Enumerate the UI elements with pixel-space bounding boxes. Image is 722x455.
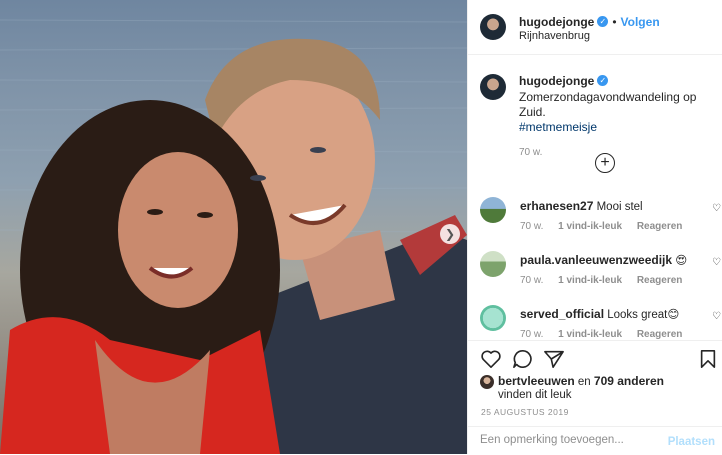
post-comment-button[interactable]: Plaatsen	[668, 436, 715, 448]
reply-button[interactable]: Reageren	[637, 275, 683, 286]
post-side-panel: hugodejonge ✓ • Volgen Rijnhavenbrug hugode…	[467, 0, 722, 454]
post-location[interactable]: Rijnhavenbrug	[519, 30, 590, 42]
comment-likes[interactable]: 1 vind-ik-leuk	[558, 221, 622, 232]
like-comment-heart-icon[interactable]: ♡	[712, 203, 721, 214]
liker-avatar[interactable]	[480, 374, 494, 389]
author-line: hugodejonge ✓ • Volgen	[519, 13, 660, 31]
comment-text: Looks great😊	[607, 309, 680, 321]
comment-meta: 70 w. 1 vind-ik-leuk Reageren	[520, 221, 694, 232]
author-username[interactable]: hugodejonge	[519, 15, 594, 29]
commenter-avatar[interactable]	[480, 305, 506, 331]
comment-meta: 70 w. 1 vind-ik-leuk Reageren	[520, 275, 694, 286]
like-comment-heart-icon[interactable]: ♡	[712, 257, 721, 268]
comment-meta: 70 w. 1 vind-ik-leuk Reageren	[520, 329, 694, 339]
comment-bubble-icon[interactable]	[512, 349, 534, 374]
comment-text: Mooi stel	[596, 201, 643, 213]
separator-dot: •	[612, 15, 617, 29]
comment-item: served_official Looks great😊 70 w. 1 vin…	[468, 305, 722, 339]
caption-content: hugodejonge ✓ Zomerzondagavondwandeling o…	[519, 72, 722, 158]
caption-text: Zomerzondagavondwandeling op Zuid.	[519, 90, 697, 119]
likes-summary: bertvleeuwen en 709 anderen vinden dit l…	[480, 374, 664, 401]
comment-body: paula.vanleeuwenzweedijk 😍	[520, 253, 687, 267]
commenter-avatar[interactable]	[480, 251, 506, 277]
plus-circle-icon: +	[600, 154, 610, 171]
caption-username[interactable]: hugodejonge	[519, 74, 594, 88]
comment-item: paula.vanleeuwenzweedijk 😍 70 w. 1 vind-…	[468, 251, 722, 305]
follow-button[interactable]: Volgen	[621, 15, 660, 29]
chevron-right-icon: ❯	[444, 227, 456, 241]
comment-age[interactable]: 70 w.	[520, 329, 543, 339]
post-date[interactable]: 25 AUGUSTUS 2019	[481, 407, 569, 417]
comment-username[interactable]: erhanesen27	[520, 199, 593, 213]
comment-input[interactable]	[480, 434, 660, 446]
add-comment-bar: Plaatsen	[468, 426, 722, 455]
post-photo: ❯	[0, 0, 467, 454]
instagram-post-view: ❯ hugodejonge ✓ • Volgen Rijnhavenbrug hugo…	[0, 0, 722, 454]
caption-avatar[interactable]	[480, 74, 506, 100]
verified-badge-icon: ✓	[597, 16, 609, 28]
next-photo-button[interactable]: ❯	[440, 224, 460, 244]
comment-likes[interactable]: 1 vind-ik-leuk	[558, 275, 622, 286]
heart-icon[interactable]	[480, 349, 502, 374]
comment-likes[interactable]: 1 vind-ik-leuk	[558, 329, 622, 339]
verified-badge-icon: ✓	[597, 75, 609, 87]
post-header: hugodejonge ✓ • Volgen Rijnhavenbrug	[468, 0, 722, 55]
reply-button[interactable]: Reageren	[637, 329, 683, 339]
reply-button[interactable]: Reageren	[637, 221, 683, 232]
paper-plane-icon[interactable]	[543, 349, 565, 374]
author-avatar[interactable]	[480, 14, 506, 40]
load-more-comments-button[interactable]: +	[595, 153, 615, 173]
likes-suffix: vinden dit leuk	[498, 388, 572, 401]
comment-body: erhanesen27 Mooi stel	[520, 199, 643, 213]
likes-others-link[interactable]: 709 anderen	[594, 374, 664, 388]
caption-age[interactable]: 70 w.	[519, 147, 722, 158]
comment-age[interactable]: 70 w.	[520, 221, 543, 232]
comment-username[interactable]: served_official	[520, 307, 604, 321]
likes-joiner: en	[577, 376, 591, 388]
liker-username[interactable]: bertvleeuwen	[498, 374, 575, 388]
commenter-avatar[interactable]	[480, 197, 506, 223]
photo-illustration	[0, 19, 467, 454]
comment-username[interactable]: paula.vanleeuwenzweedijk	[520, 253, 672, 267]
comment-text: 😍	[675, 255, 688, 267]
caption-hashtag[interactable]: #metmemeisje	[519, 120, 722, 135]
comment-body: served_official Looks great😊	[520, 307, 679, 321]
comment-item: erhanesen27 Mooi stel 70 w. 1 vind-ik-le…	[468, 197, 722, 251]
bookmark-icon[interactable]	[699, 349, 717, 374]
comment-age[interactable]: 70 w.	[520, 275, 543, 286]
like-comment-heart-icon[interactable]: ♡	[712, 311, 721, 322]
